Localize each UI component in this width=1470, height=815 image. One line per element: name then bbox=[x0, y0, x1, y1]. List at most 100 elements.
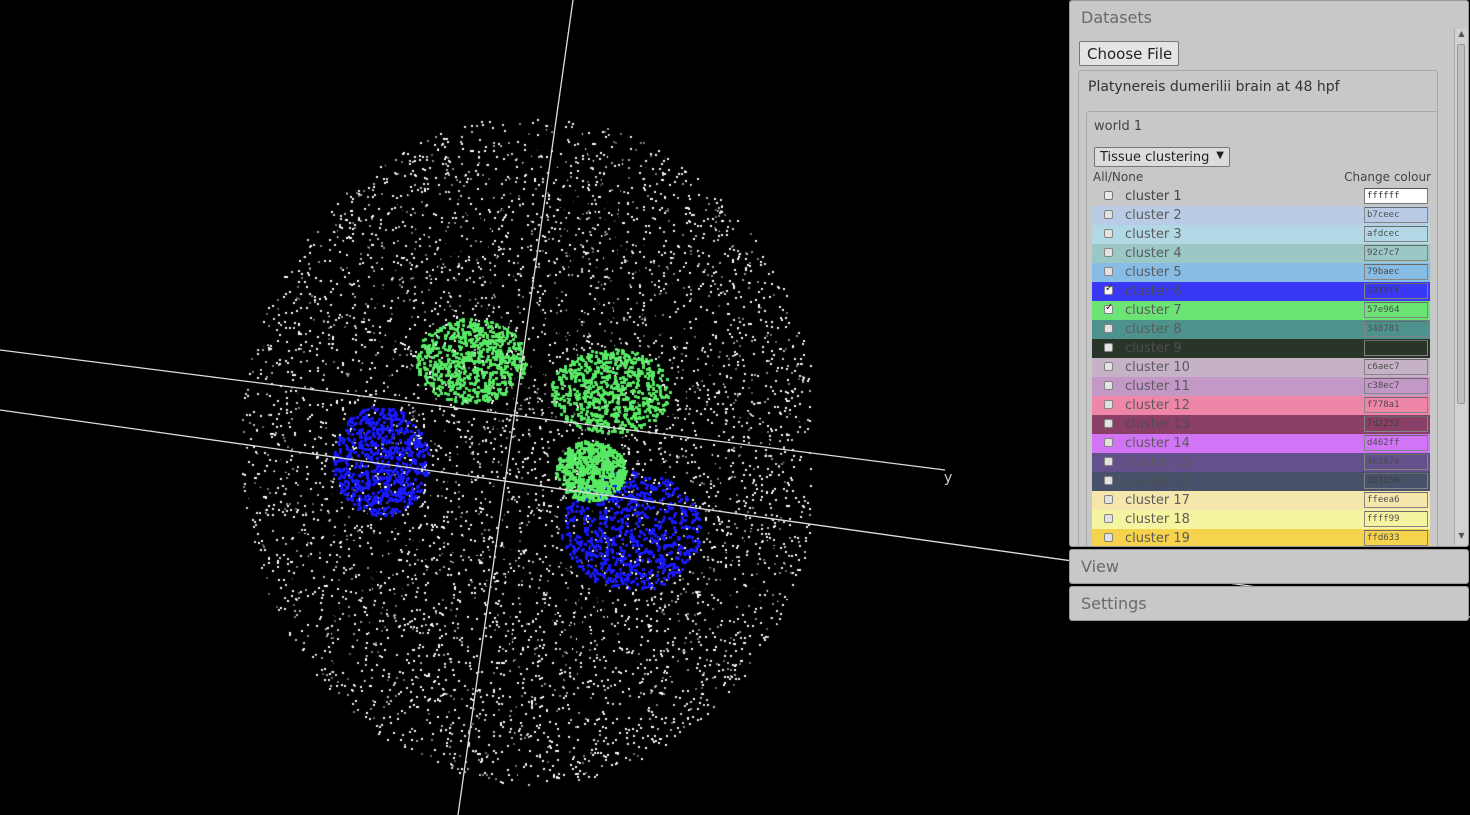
world-group: world 1 Tissue clustering ▼ All/None Cha… bbox=[1086, 111, 1438, 546]
axis-label-y: y bbox=[944, 470, 953, 486]
cluster-checkbox[interactable] bbox=[1104, 514, 1113, 523]
cluster-row[interactable]: cluster 15 4e387e bbox=[1092, 453, 1430, 472]
colour-input[interactable]: d462ff bbox=[1364, 435, 1428, 451]
cluster-row[interactable]: cluster 2 b7ceec bbox=[1092, 206, 1430, 225]
cluster-label: cluster 13 bbox=[1125, 417, 1190, 432]
colour-input[interactable]: ffeea6 bbox=[1364, 492, 1428, 508]
cluster-checkbox[interactable] bbox=[1104, 229, 1113, 238]
datasets-panel: Datasets Choose File Platynereis dumeril… bbox=[1069, 0, 1469, 547]
cluster-label: cluster 1 bbox=[1125, 189, 1182, 204]
cluster-checkbox[interactable] bbox=[1104, 302, 1113, 314]
cluster-label: cluster 14 bbox=[1125, 436, 1190, 451]
dataset-group: Platynereis dumerilii brain at 48 hpf wo… bbox=[1078, 70, 1438, 546]
clustering-select-value: Tissue clustering bbox=[1100, 150, 1210, 165]
colour-input[interactable]: 2b3856 bbox=[1364, 473, 1428, 489]
cluster-row[interactable]: cluster 10 c6aec7 bbox=[1092, 358, 1430, 377]
cluster-checkbox[interactable] bbox=[1104, 191, 1113, 200]
choose-file-button[interactable]: Choose File bbox=[1079, 41, 1179, 66]
datasets-header[interactable]: Datasets bbox=[1070, 1, 1468, 27]
cluster-row[interactable]: cluster 7 57e964 bbox=[1092, 301, 1430, 320]
cluster-label: cluster 3 bbox=[1125, 227, 1182, 242]
cluster-checkbox[interactable] bbox=[1104, 400, 1113, 409]
colour-input[interactable]: 57e964 bbox=[1364, 302, 1428, 318]
colour-input[interactable]: 4e387e bbox=[1364, 454, 1428, 470]
clustering-select[interactable]: Tissue clustering ▼ bbox=[1094, 147, 1230, 167]
cluster-checkbox[interactable] bbox=[1104, 457, 1113, 466]
cluster-checkbox[interactable] bbox=[1104, 324, 1113, 333]
colour-input[interactable]: ffff99 bbox=[1364, 511, 1428, 527]
cluster-checkbox[interactable] bbox=[1104, 381, 1113, 390]
colour-input[interactable]: afdcec bbox=[1364, 226, 1428, 242]
cluster-checkbox[interactable] bbox=[1104, 343, 1113, 352]
cluster-label: cluster 7 bbox=[1125, 303, 1182, 318]
cluster-label: cluster 18 bbox=[1125, 512, 1190, 527]
cluster-label: cluster 10 bbox=[1125, 360, 1190, 375]
cluster-row[interactable]: cluster 13 7d2252 bbox=[1092, 415, 1430, 434]
cluster-label: cluster 4 bbox=[1125, 246, 1182, 261]
cluster-checkbox[interactable] bbox=[1104, 438, 1113, 447]
view-panel[interactable]: View bbox=[1069, 549, 1469, 584]
cluster-row[interactable]: cluster 12 f778a1 bbox=[1092, 396, 1430, 415]
cluster-checkbox[interactable] bbox=[1104, 533, 1113, 542]
cluster-row[interactable]: cluster 17 ffeea6 bbox=[1092, 491, 1430, 510]
cluster-row[interactable]: cluster 9 bbox=[1092, 339, 1430, 358]
cluster-row[interactable]: cluster 6 1919ff bbox=[1092, 282, 1430, 301]
all-none-toggle[interactable]: All/None bbox=[1093, 170, 1143, 184]
world-label: world 1 bbox=[1094, 119, 1143, 134]
cluster-checkbox[interactable] bbox=[1104, 267, 1113, 276]
cluster-row[interactable]: cluster 16 2b3856 bbox=[1092, 472, 1430, 491]
cluster-row[interactable]: cluster 11 c38ec7 bbox=[1092, 377, 1430, 396]
cluster-label: cluster 8 bbox=[1125, 322, 1182, 337]
colour-input[interactable]: f778a1 bbox=[1364, 397, 1428, 413]
cluster-label: cluster 19 bbox=[1125, 531, 1190, 546]
view-header[interactable]: View bbox=[1070, 550, 1468, 576]
colour-input[interactable]: 79baec bbox=[1364, 264, 1428, 280]
cluster-row[interactable]: cluster 4 92c7c7 bbox=[1092, 244, 1430, 263]
cluster-label: cluster 12 bbox=[1125, 398, 1190, 413]
colour-input[interactable]: c38ec7 bbox=[1364, 378, 1428, 394]
cluster-checkbox[interactable] bbox=[1104, 476, 1113, 485]
cluster-checkbox[interactable] bbox=[1104, 362, 1113, 371]
cluster-checkbox[interactable] bbox=[1104, 248, 1113, 257]
cluster-label: cluster 2 bbox=[1125, 208, 1182, 223]
cluster-label: cluster 6 bbox=[1125, 284, 1182, 299]
colour-input[interactable]: 7d2252 bbox=[1364, 416, 1428, 432]
datasets-scrollbar[interactable]: ▲ ▼ bbox=[1454, 29, 1468, 545]
colour-input[interactable]: 1919ff bbox=[1364, 283, 1428, 299]
scroll-down-icon[interactable]: ▼ bbox=[1455, 531, 1468, 545]
cluster-row[interactable]: cluster 18 ffff99 bbox=[1092, 510, 1430, 529]
colour-input[interactable]: c6aec7 bbox=[1364, 359, 1428, 375]
cluster-label: cluster 5 bbox=[1125, 265, 1182, 280]
cluster-row[interactable]: cluster 3 afdcec bbox=[1092, 225, 1430, 244]
colour-input[interactable]: b7ceec bbox=[1364, 207, 1428, 223]
colour-input[interactable]: ffffff bbox=[1364, 188, 1428, 204]
cluster-checkbox[interactable] bbox=[1104, 419, 1113, 428]
cluster-row[interactable]: cluster 8 348781 bbox=[1092, 320, 1430, 339]
scroll-thumb[interactable] bbox=[1457, 44, 1465, 404]
dropdown-arrow-icon: ▼ bbox=[1216, 150, 1224, 161]
cluster-label: cluster 17 bbox=[1125, 493, 1190, 508]
change-colour-label: Change colour bbox=[1344, 170, 1431, 184]
cluster-label: cluster 15 bbox=[1125, 455, 1190, 470]
cluster-checkbox[interactable] bbox=[1104, 495, 1113, 504]
axis-line-z bbox=[457, 0, 574, 815]
colour-input[interactable]: ffd633 bbox=[1364, 530, 1428, 546]
cluster-list: cluster 1 ffffff cluster 2 b7ceec cluster 3 a… bbox=[1092, 187, 1430, 546]
cluster-row[interactable]: cluster 1 ffffff bbox=[1092, 187, 1430, 206]
scroll-up-icon[interactable]: ▲ bbox=[1455, 29, 1468, 43]
cluster-row[interactable]: cluster 5 79baec bbox=[1092, 263, 1430, 282]
cluster-label: cluster 16 bbox=[1125, 474, 1190, 489]
cluster-row[interactable]: cluster 14 d462ff bbox=[1092, 434, 1430, 453]
cluster-label: cluster 11 bbox=[1125, 379, 1190, 394]
cluster-label: cluster 9 bbox=[1125, 341, 1182, 356]
cluster-checkbox[interactable] bbox=[1104, 283, 1113, 295]
dataset-title: Platynereis dumerilii brain at 48 hpf bbox=[1088, 79, 1340, 95]
cluster-row[interactable]: cluster 19 ffd633 bbox=[1092, 529, 1430, 546]
colour-input[interactable]: 348781 bbox=[1364, 321, 1428, 337]
colour-input[interactable] bbox=[1364, 340, 1428, 356]
axis-line-y bbox=[0, 349, 946, 471]
colour-input[interactable]: 92c7c7 bbox=[1364, 245, 1428, 261]
settings-header[interactable]: Settings bbox=[1070, 587, 1468, 613]
settings-panel[interactable]: Settings bbox=[1069, 586, 1469, 621]
cluster-checkbox[interactable] bbox=[1104, 210, 1113, 219]
